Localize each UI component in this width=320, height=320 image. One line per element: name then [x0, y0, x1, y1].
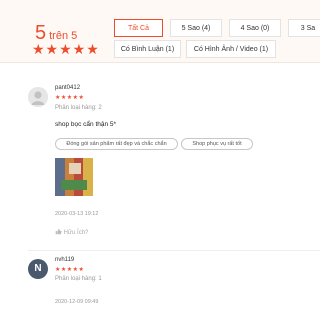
helpful-button[interactable]: Hữu Ích?	[55, 228, 88, 236]
filter-4-star-button[interactable]: 4 Sao (0)	[229, 19, 281, 37]
filter-with-media-button[interactable]: Có Hình Ảnh / Video (1)	[186, 40, 276, 58]
rating-summary: 5 trên 5 ★★★★★ Tất Cả 5 Sao (4) 4 Sao (0)…	[0, 0, 320, 63]
review-item: N nvh119 ★★★★★ Phân loại hàng: 1 2020-12…	[0, 255, 320, 320]
avatar[interactable]: N	[28, 259, 48, 279]
default-user-icon	[28, 87, 48, 107]
review-timestamp: 2020-03-13 19:12	[55, 211, 99, 217]
review-tag: Shop phục vụ rất tốt	[181, 138, 253, 150]
review-comment: shop bọc cẩn thận 5*	[55, 121, 117, 128]
filter-with-comment-button[interactable]: Có Bình Luận (1)	[114, 40, 181, 58]
avatar[interactable]	[28, 87, 48, 107]
review-variant: Phân loại hàng: 2	[55, 105, 102, 111]
review-stars: ★★★★★	[55, 95, 85, 101]
filter-all-button[interactable]: Tất Cả	[114, 19, 163, 37]
review-timestamp: 2020-12-09 09:49	[55, 299, 99, 305]
rating-stars: ★★★★★	[32, 41, 100, 57]
helpful-label: Hữu Ích?	[63, 230, 89, 236]
review-item: pant0412 ★★★★★ Phân loại hàng: 2 shop bọ…	[0, 84, 320, 244]
filter-5-star-button[interactable]: 5 Sao (4)	[170, 19, 222, 37]
review-tag: Đóng gói sản phẩm rất đẹp và chắc chắn	[55, 138, 178, 150]
review-username[interactable]: nvh119	[55, 257, 74, 263]
filter-3-star-button[interactable]: 3 Sa	[288, 19, 320, 37]
review-photo[interactable]	[55, 158, 93, 196]
review-stars: ★★★★★	[55, 267, 85, 273]
thumbs-up-icon	[55, 228, 64, 236]
review-username[interactable]: pant0412	[55, 85, 80, 91]
review-variant: Phân loại hàng: 1	[55, 276, 102, 282]
product-photo-image	[55, 158, 93, 196]
review-divider	[28, 250, 320, 251]
